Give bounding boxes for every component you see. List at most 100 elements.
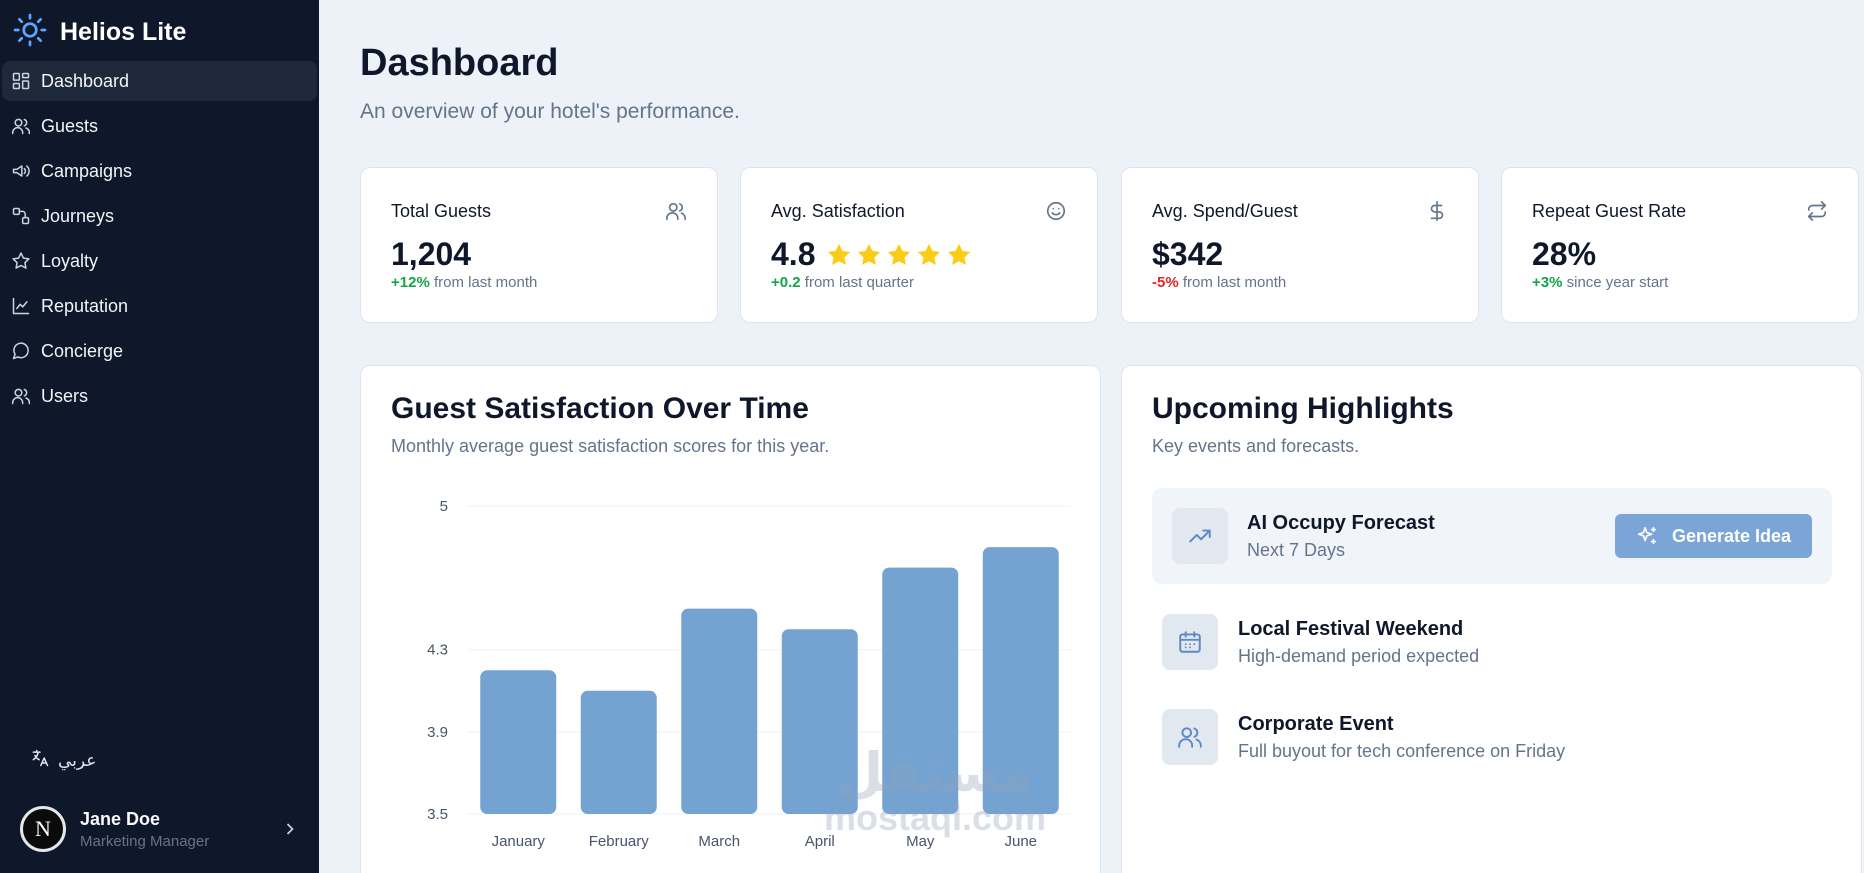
dashboard-icon xyxy=(12,72,30,90)
stat-value: 1,204 xyxy=(391,236,472,272)
sidebar-item-label: Guests xyxy=(41,115,99,136)
stat-delta: +0.2 xyxy=(771,274,801,291)
sidebar-item-concierge[interactable]: Concierge xyxy=(2,331,317,371)
star-icon xyxy=(888,243,911,265)
sidebar-item-guests[interactable]: Guests xyxy=(2,106,317,146)
x-tick-label: March xyxy=(698,833,740,850)
sidebar-item-label: Reputation xyxy=(41,295,129,316)
stat-delta-note: from last month xyxy=(433,274,538,291)
brand[interactable]: Helios Lite xyxy=(12,12,186,53)
card-subtitle: Key events and forecasts. xyxy=(1152,436,1360,456)
line-chart-icon xyxy=(12,297,30,315)
y-tick-label: 3.9 xyxy=(427,724,448,741)
highlight-featured: AI Occupy Forecast Next 7 Days Generate … xyxy=(1152,488,1832,584)
page-subtitle: An overview of your hotel's performance. xyxy=(360,100,740,123)
stat-delta: +12% xyxy=(391,274,430,291)
watermark: مستقل mostaql.com xyxy=(815,743,1055,838)
chart-bar xyxy=(480,670,557,814)
smile-icon xyxy=(1045,200,1067,222)
sidebar-item-label: Campaigns xyxy=(41,160,133,181)
highlight-subtitle: High-demand period expected xyxy=(1238,646,1480,666)
star-icon xyxy=(918,243,941,265)
sidebar-item-journeys[interactable]: Journeys xyxy=(2,196,317,236)
sidebar-item-label: Concierge xyxy=(41,340,124,361)
y-tick-label: 5 xyxy=(440,498,448,515)
user-name: Jane Doe xyxy=(80,808,161,829)
card-title: Guest Satisfaction Over Time xyxy=(391,392,809,425)
avatar: N xyxy=(20,806,66,852)
translate-icon xyxy=(30,748,50,773)
sidebar: Helios Lite Dashboard Guests Campaigns J… xyxy=(0,0,319,873)
star-icon xyxy=(858,243,881,265)
stat-delta: -5% xyxy=(1152,274,1179,291)
chart-bar xyxy=(580,690,657,814)
star-icon xyxy=(948,243,971,265)
chevron-right-icon xyxy=(280,819,300,839)
stat-delta: +3% xyxy=(1532,274,1563,291)
stat-value: 28% xyxy=(1532,236,1597,272)
stat-label: Total Guests xyxy=(391,201,492,221)
star-icon xyxy=(828,243,851,265)
user-role: Marketing Manager xyxy=(80,832,210,850)
sidebar-nav: Dashboard Guests Campaigns Journeys Loya… xyxy=(0,61,319,421)
calendar-icon xyxy=(1162,614,1218,670)
stat-label: Avg. Satisfaction xyxy=(771,201,905,221)
users-icon xyxy=(1162,709,1218,765)
star-icon xyxy=(12,252,30,269)
sidebar-item-loyalty[interactable]: Loyalty xyxy=(2,241,317,281)
trending-up-icon xyxy=(1172,508,1228,564)
dollar-icon xyxy=(1426,200,1448,222)
y-tick-label: 4.3 xyxy=(427,642,448,659)
sidebar-item-label: Dashboard xyxy=(41,70,130,91)
sidebar-item-label: Loyalty xyxy=(41,250,99,271)
stat-card-repeat-rate: Repeat Guest Rate 28% +3% since year sta… xyxy=(1501,167,1859,323)
sidebar-item-dashboard[interactable]: Dashboard xyxy=(2,61,317,101)
stat-value: 4.8 xyxy=(771,236,816,272)
highlight-title: Local Festival Weekend xyxy=(1238,618,1464,640)
stat-value: $342 xyxy=(1152,236,1224,272)
stat-delta-note: from last month xyxy=(1182,274,1287,291)
sparkles-icon xyxy=(1637,526,1657,545)
highlight-title: Corporate Event xyxy=(1238,713,1394,735)
generate-idea-label: Generate Idea xyxy=(1671,525,1792,546)
highlights-card: Upcoming Highlights Key events and forec… xyxy=(1121,365,1862,873)
user-menu[interactable]: N Jane Doe Marketing Manager xyxy=(20,805,300,853)
stat-label: Repeat Guest Rate xyxy=(1532,201,1687,221)
card-subtitle: Monthly average guest satisfaction score… xyxy=(391,436,830,456)
repeat-icon xyxy=(1806,200,1828,222)
card-title: Upcoming Highlights xyxy=(1152,392,1454,425)
y-tick-label: 3.5 xyxy=(427,806,448,823)
stat-delta-note: since year start xyxy=(1566,274,1669,291)
user-icon xyxy=(11,388,31,405)
watermark-latin: mostaql.com xyxy=(823,797,1047,838)
sun-icon xyxy=(12,12,48,53)
watermark-arabic: مستقل xyxy=(836,743,1034,803)
megaphone-icon xyxy=(12,165,30,177)
generate-idea-button[interactable]: Generate Idea xyxy=(1615,514,1812,558)
x-tick-label: February xyxy=(589,833,650,850)
highlight-subtitle: Full buyout for tech conference on Frida… xyxy=(1238,741,1566,761)
highlight-title: AI Occupy Forecast xyxy=(1247,512,1435,534)
stat-delta-note: from last quarter xyxy=(804,274,915,291)
stat-label: Avg. Spend/Guest xyxy=(1152,201,1298,221)
language-switcher[interactable]: عربي xyxy=(30,748,96,773)
star-rating xyxy=(825,241,973,269)
chat-bubble-icon xyxy=(12,342,29,360)
sidebar-item-reputation[interactable]: Reputation xyxy=(2,286,317,326)
stat-card-total-guests: Total Guests 1,204 +12% from last month xyxy=(360,167,718,323)
users-icon xyxy=(665,200,687,222)
x-tick-label: January xyxy=(492,833,546,850)
stat-card-avg-satisfaction: Avg. Satisfaction 4.8 +0.2 from last qua… xyxy=(740,167,1098,323)
app-name: Helios Lite xyxy=(60,18,187,46)
page-title: Dashboard xyxy=(360,42,559,84)
chart-bar xyxy=(681,608,758,814)
language-label: عربي xyxy=(58,750,97,770)
sidebar-item-campaigns[interactable]: Campaigns xyxy=(2,151,317,191)
stat-card-avg-spend: Avg. Spend/Guest $342 -5% from last mont… xyxy=(1121,167,1479,323)
sidebar-item-label: Journeys xyxy=(41,205,115,226)
route-icon xyxy=(12,207,30,225)
highlight-subtitle: Next 7 Days xyxy=(1247,540,1346,560)
sidebar-item-label: Users xyxy=(41,385,89,406)
users-icon xyxy=(11,118,31,135)
sidebar-item-users[interactable]: Users xyxy=(2,376,317,416)
